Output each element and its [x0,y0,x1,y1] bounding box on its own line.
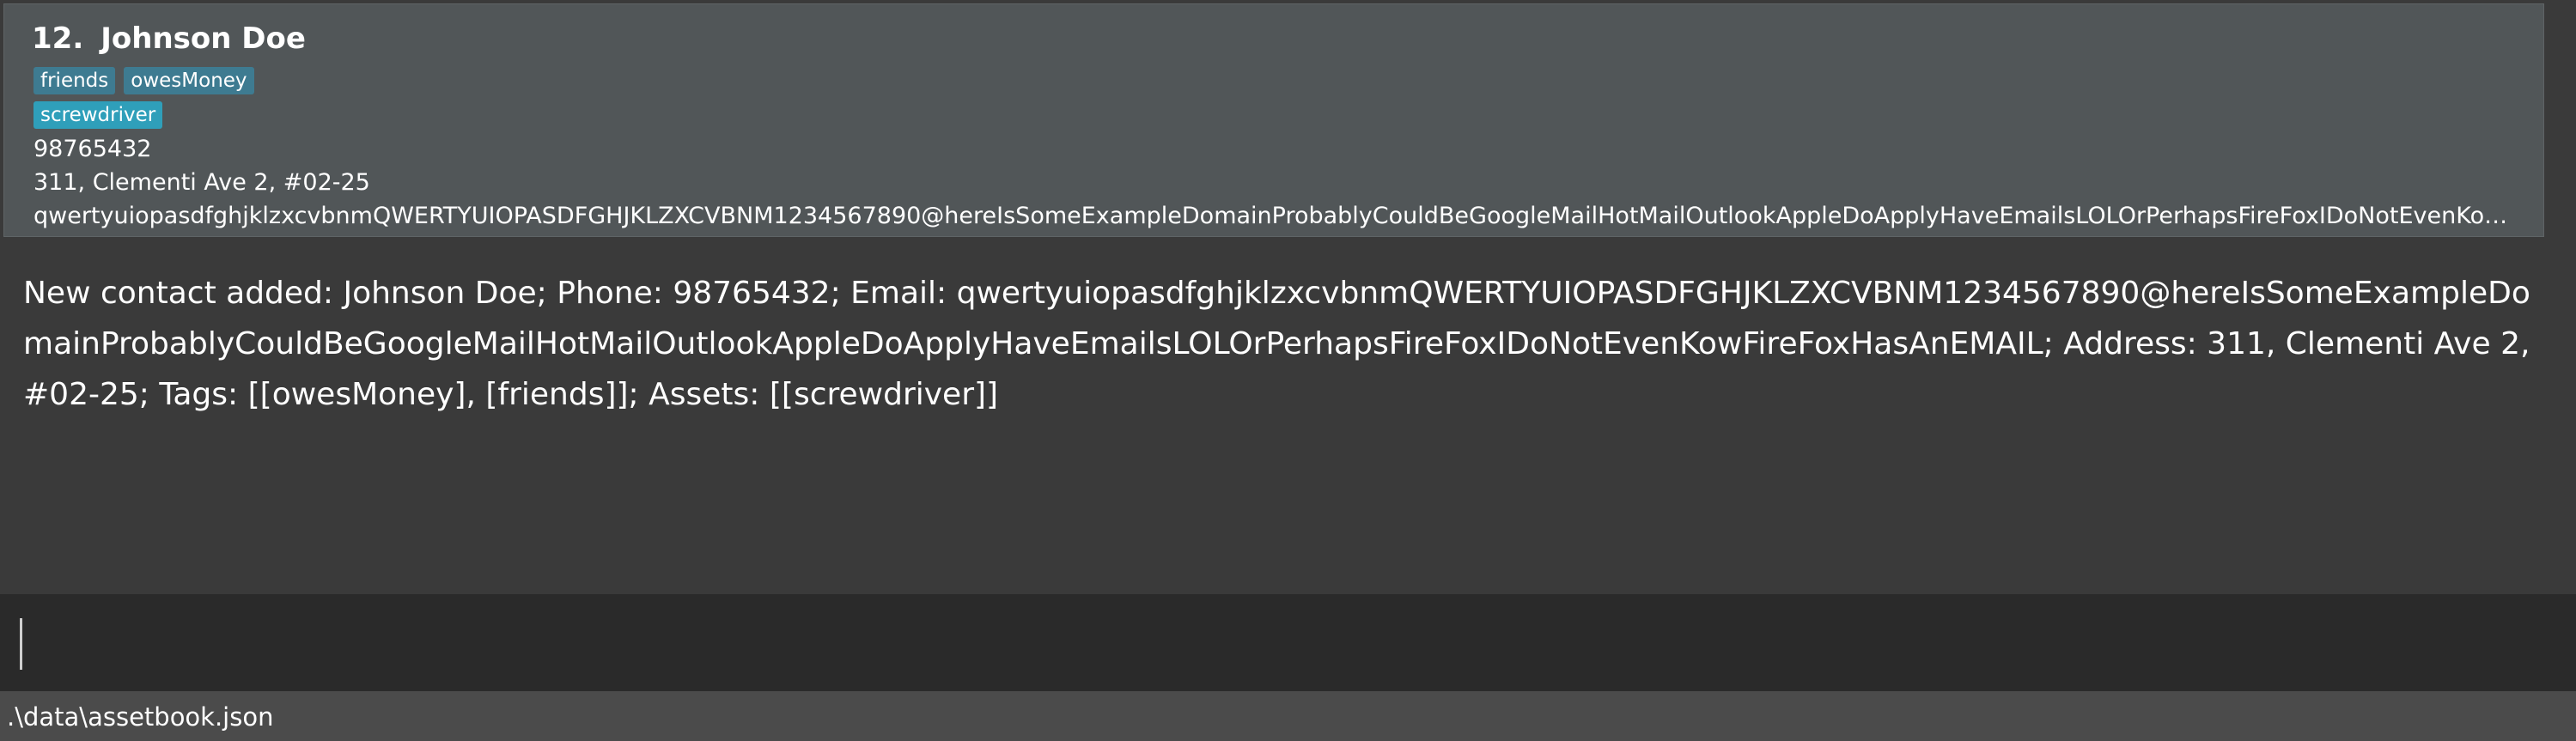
person-card-header: 12. Johnson Doe [32,21,306,56]
person-name: Johnson Doe [100,21,306,56]
tag-chip: owesMoney [124,67,254,94]
save-location-path: .\data\assetbook.json [7,702,274,732]
result-message: New contact added: Johnson Doe; Phone: 9… [23,276,2530,412]
status-bar: .\data\assetbook.json [0,691,2576,741]
person-card[interactable]: 12. Johnson Doe friends owesMoney screwdr… [3,3,2544,237]
list-scrollbar[interactable] [2552,3,2571,239]
asset-chip: screwdriver [33,101,163,129]
person-address: 311, Clementi Ave 2, #02-25 [33,169,370,196]
person-list-panel: 12. Johnson Doe friends owesMoney screwdr… [0,0,2576,242]
command-input[interactable] [0,594,2576,691]
asset-list: screwdriver [33,101,163,129]
person-email: qwertyuiopasdfghjklzxcvbnmQWERTYUIOPASDF… [33,203,2524,229]
command-box[interactable] [0,594,2576,691]
tag-list: friends owesMoney [33,67,254,94]
person-index: 12. [32,21,84,56]
text-caret [20,618,22,670]
app-window: 12. Johnson Doe friends owesMoney screwdr… [0,0,2576,741]
result-display: New contact added: Johnson Doe; Phone: 9… [0,242,2576,594]
tag-chip: friends [33,67,116,94]
person-phone: 98765432 [33,136,152,162]
